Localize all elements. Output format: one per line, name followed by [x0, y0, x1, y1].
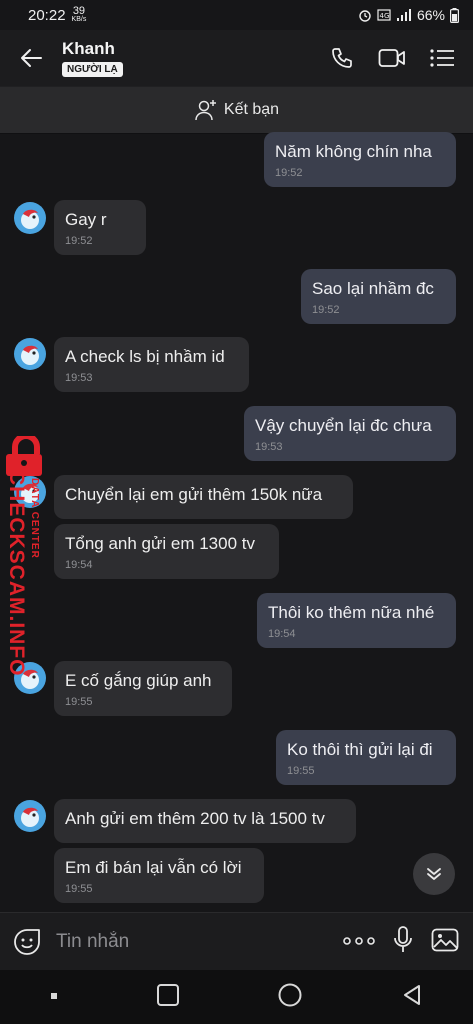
back-button[interactable] [0, 30, 62, 86]
status-time: 20:22 [28, 6, 66, 24]
avatar[interactable] [14, 202, 46, 234]
options-menu-button[interactable] [427, 43, 457, 73]
recents-dot-button[interactable] [49, 988, 59, 1006]
home-button[interactable] [277, 982, 303, 1013]
status-bar: 20:22 39 KB/s 4G 66% [0, 0, 473, 30]
recent-apps-button[interactable] [156, 983, 180, 1012]
message-bubble[interactable]: Tổng anh gửi em 1300 tv 19:54 [54, 524, 279, 579]
system-navigation-bar [0, 970, 473, 1024]
video-camera-icon [378, 49, 405, 67]
message-bubble[interactable]: Sao lại nhầm đc 19:52 [301, 269, 456, 324]
message-bubble[interactable]: Vậy chuyển lại đc chưa 19:53 [244, 406, 456, 461]
scroll-to-bottom-button[interactable] [413, 853, 455, 895]
voice-call-button[interactable] [327, 43, 357, 73]
phone-icon [332, 48, 352, 68]
message-bubble[interactable]: Anh gửi em thêm 200 tv là 1500 tv [54, 799, 356, 843]
network-4g-icon: 4G [377, 9, 391, 21]
arrow-left-icon [21, 49, 42, 67]
avatar[interactable] [14, 800, 46, 832]
add-friend-label: Kết bạn [223, 101, 280, 118]
voice-message-button[interactable] [393, 925, 413, 959]
message-bubble[interactable]: Gay r 19:52 [54, 200, 146, 255]
double-chevron-down-icon [427, 868, 441, 880]
list-menu-icon [430, 49, 454, 67]
dot-icon [50, 993, 57, 999]
video-call-button[interactable] [377, 43, 407, 73]
sticker-smile-icon [14, 929, 40, 955]
message-bubble[interactable]: Em đi bán lại vẫn có lời 19:55 [54, 848, 264, 903]
message-composer [0, 912, 473, 971]
svg-text:4G: 4G [379, 12, 389, 20]
message-bubble[interactable]: Thôi ko thêm nữa nhé 19:54 [257, 593, 456, 648]
stranger-badge: NGƯỜI LẠ [62, 62, 123, 77]
network-speed: 39 KB/s [71, 4, 87, 23]
bird-avatar-icon [21, 807, 39, 827]
more-horizontal-icon [343, 937, 375, 945]
message-input[interactable] [54, 930, 343, 954]
more-options-button[interactable] [343, 933, 375, 951]
bird-avatar-icon [21, 209, 39, 229]
battery-icon [450, 7, 459, 23]
message-bubble[interactable]: E cố gắng giúp anh 19:55 [54, 661, 232, 716]
watermark-text: CHECKSCAM.INFO [5, 470, 28, 677]
triangle-back-icon [404, 984, 421, 1005]
square-icon [156, 983, 179, 1006]
alarm-icon [359, 10, 371, 22]
battery-level: 66% [416, 7, 445, 23]
message-bubble[interactable]: A check ls bị nhầm id 19:53 [54, 337, 249, 392]
message-list[interactable]: Năm không chín nha 19:52 Gay r 19:52 Sao… [0, 132, 473, 912]
image-icon [431, 928, 459, 951]
bird-avatar-icon [21, 345, 39, 365]
microphone-icon [394, 925, 412, 952]
signal-icon [396, 9, 411, 21]
message-bubble[interactable]: Ko thôi thì gửi lại đi 19:55 [276, 730, 456, 785]
add-user-icon [195, 100, 216, 121]
message-bubble[interactable]: Năm không chín nha 19:52 [264, 132, 456, 187]
circle-icon [278, 983, 302, 1006]
back-nav-button[interactable] [400, 983, 424, 1012]
message-bubble[interactable]: Chuyển lại em gửi thêm 150k nữa [54, 475, 353, 519]
photo-gallery-button[interactable] [431, 928, 459, 957]
contact-name: Khanh [62, 39, 115, 58]
contact-info[interactable]: Khanh NGƯỜI LẠ [62, 39, 123, 77]
watermark-subtext: DATA CENTER [29, 478, 40, 559]
chat-header: Khanh NGƯỜI LẠ [0, 30, 473, 86]
emoji-button[interactable] [0, 928, 54, 956]
add-friend-bar[interactable]: Kết bạn [0, 86, 473, 134]
avatar[interactable] [14, 338, 46, 370]
